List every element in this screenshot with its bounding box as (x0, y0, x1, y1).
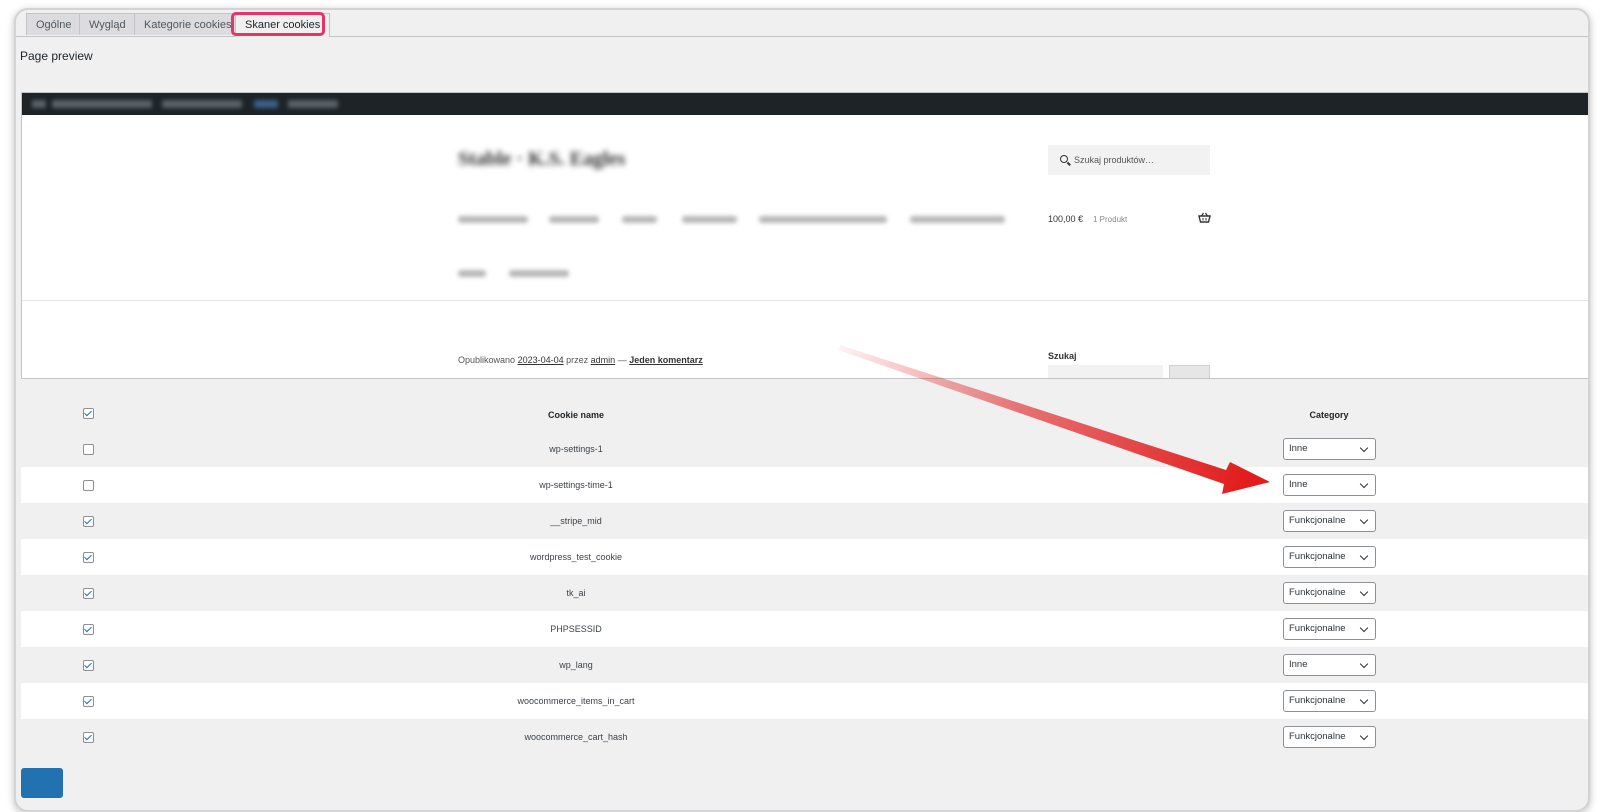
cookie-name: wp-settings-time-1 (539, 480, 613, 490)
cookie-name: woocommerce_items_in_cart (517, 696, 635, 706)
settings-panel: Ogólne Wygląd Kategorie cookies Skaner c… (14, 8, 1590, 812)
table-row: wp_lang Inne (21, 647, 1588, 683)
table-header: Cookie name Category (21, 395, 1588, 431)
chevron-down-icon (1359, 731, 1369, 741)
cookie-name: PHPSESSID (550, 624, 602, 634)
cookie-name: tk_ai (566, 588, 586, 598)
basket-icon[interactable] (1198, 212, 1211, 226)
cookie-name: __stripe_mid (550, 516, 602, 526)
tab-bar: Ogólne Wygląd Kategorie cookies Skaner c… (16, 10, 1588, 37)
chevron-down-icon (1359, 659, 1369, 669)
chevron-down-icon (1359, 515, 1369, 525)
post-date-link[interactable]: 2023-04-04 (518, 355, 564, 365)
category-select[interactable]: Inne (1283, 474, 1376, 496)
cart-count: 1 Produkt (1093, 215, 1128, 224)
column-header-cookie-name: Cookie name (547, 410, 605, 420)
tab-appearance[interactable]: Wygląd (79, 13, 136, 35)
table-row: PHPSESSID Funkcjonalne (21, 611, 1588, 647)
category-select[interactable]: Funkcjonalne (1283, 546, 1376, 568)
category-select[interactable]: Inne (1283, 654, 1376, 676)
chevron-down-icon (1359, 443, 1369, 453)
cart-price[interactable]: 100,00 € (1048, 214, 1083, 224)
category-select[interactable]: Funkcjonalne (1283, 618, 1376, 640)
table-row: wp-settings-1 Inne (21, 431, 1588, 467)
sidebar-search-input[interactable] (1048, 365, 1163, 378)
cookie-name: woocommerce_cart_hash (524, 732, 628, 742)
admin-bar (22, 93, 1588, 115)
save-button[interactable] (21, 768, 63, 798)
category-select[interactable]: Funkcjonalne (1283, 726, 1376, 748)
table-row: __stripe_mid Funkcjonalne (21, 503, 1588, 539)
page-preview: Stable · K.S. Eagles Szukaj produktów… 1… (21, 92, 1588, 379)
chevron-down-icon (1359, 695, 1369, 705)
tab-cookie-scanner[interactable]: Skaner cookies (235, 13, 331, 37)
tab-cookie-categories[interactable]: Kategorie cookies (134, 13, 242, 35)
sidebar-search-title: Szukaj (1048, 351, 1077, 361)
page-preview-label: Page preview (20, 49, 93, 63)
table-row: woocommerce_items_in_cart Funkcjonalne (21, 683, 1588, 719)
cookie-table: Cookie name Category wp-settings-1 Inne … (21, 395, 1588, 755)
chevron-down-icon (1359, 587, 1369, 597)
search-icon (1060, 155, 1068, 163)
chevron-down-icon (1359, 551, 1369, 561)
cookie-name: wp-settings-1 (549, 444, 603, 454)
table-row: wp-settings-time-1 Inne (21, 467, 1588, 503)
post-author-link[interactable]: admin (591, 355, 616, 365)
product-search-placeholder: Szukaj produktów… (1074, 155, 1155, 165)
chevron-down-icon (1359, 479, 1369, 489)
category-select[interactable]: Funkcjonalne (1283, 582, 1376, 604)
category-select[interactable]: Funkcjonalne (1283, 510, 1376, 532)
table-row: tk_ai Funkcjonalne (21, 575, 1588, 611)
chevron-down-icon (1359, 623, 1369, 633)
post-comments-link[interactable]: Jeden komentarz (629, 355, 703, 365)
category-select[interactable]: Funkcjonalne (1283, 690, 1376, 712)
category-select[interactable]: Inne (1283, 438, 1376, 460)
site-title: Stable · K.S. Eagles (458, 148, 626, 170)
table-row: wordpress_test_cookie Funkcjonalne (21, 539, 1588, 575)
sidebar-search-button[interactable] (1169, 365, 1210, 378)
column-header-category: Category (1309, 410, 1349, 420)
table-row: woocommerce_cart_hash Funkcjonalne (21, 719, 1588, 755)
product-search-input[interactable]: Szukaj produktów… (1048, 145, 1210, 175)
post-meta: Opublikowano 2023-04-04 przez admin — Je… (458, 355, 703, 365)
cookie-name: wordpress_test_cookie (529, 552, 623, 562)
tab-general[interactable]: Ogólne (26, 13, 82, 35)
cookie-name: wp_lang (559, 660, 593, 670)
